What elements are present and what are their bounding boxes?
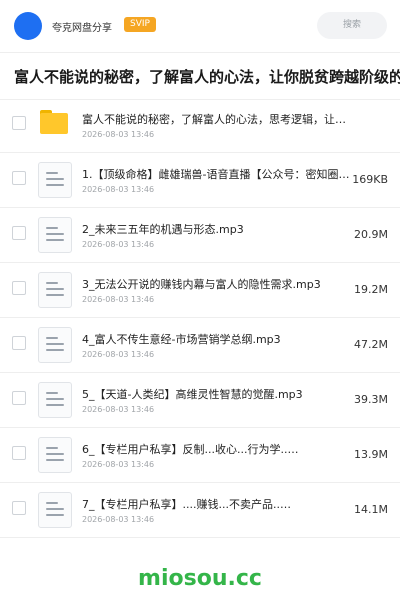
list-item[interactable]: 7_【专栏用户私享】....赚钱...不卖产品..… 2026-08-03 13… xyxy=(0,483,400,538)
select-checkbox[interactable] xyxy=(12,281,26,295)
document-icon xyxy=(38,272,72,308)
share-title: 富人不能说的秘密，了解富人的心法，让你脱贫跨越阶级的 xyxy=(14,68,400,86)
file-date: 2026-08-03 13:46 xyxy=(82,295,155,304)
file-size: 14.1M xyxy=(354,503,388,516)
file-size: 20.9M xyxy=(354,228,388,241)
file-date: 2026-08-03 13:46 xyxy=(82,515,155,524)
file-name: 3_无法公开说的赚钱内幕与富人的隐性需求.mp3 xyxy=(82,278,321,291)
file-date: 2026-08-03 13:46 xyxy=(82,405,155,414)
folder-icon xyxy=(40,110,68,134)
document-icon xyxy=(38,492,72,528)
list-item[interactable]: 6_【专栏用户私享】反制...收心...行为学..… 2026-08-03 13… xyxy=(0,428,400,483)
select-checkbox[interactable] xyxy=(12,116,26,130)
svip-badge: SVIP xyxy=(124,17,156,32)
search-input[interactable]: 搜索 xyxy=(317,12,387,39)
list-item[interactable]: 3_无法公开说的赚钱内幕与富人的隐性需求.mp3 2026-08-03 13:4… xyxy=(0,263,400,318)
select-checkbox[interactable] xyxy=(12,446,26,460)
list-item[interactable]: 4_富人不传生意经-市场营销学总纲.mp3 2026-08-03 13:46 4… xyxy=(0,318,400,373)
share-title-bar: 富人不能说的秘密，了解富人的心法，让你脱贫跨越阶级的 xyxy=(0,52,400,100)
file-name: 4_富人不传生意经-市场营销学总纲.mp3 xyxy=(82,333,281,346)
file-date: 2026-08-03 13:46 xyxy=(82,460,155,469)
document-icon xyxy=(38,437,72,473)
file-size: 39.3M xyxy=(354,393,388,406)
select-checkbox[interactable] xyxy=(12,391,26,405)
select-checkbox[interactable] xyxy=(12,226,26,240)
file-date: 2026-08-03 13:46 xyxy=(82,185,155,194)
select-checkbox[interactable] xyxy=(12,171,26,185)
watermark: miosou.cc xyxy=(138,566,262,591)
file-list: 富人不能说的秘密，了解富人的心法，思考逻辑，让你脱… 2026-08-03 13… xyxy=(0,98,400,538)
app-title: 夸克网盘分享 xyxy=(52,23,112,34)
file-date: 2026-08-03 13:46 xyxy=(82,130,155,139)
document-icon xyxy=(38,217,72,253)
file-size: 13.9M xyxy=(354,448,388,461)
document-icon xyxy=(38,382,72,418)
list-item[interactable]: 富人不能说的秘密，了解富人的心法，思考逻辑，让你脱… 2026-08-03 13… xyxy=(0,98,400,153)
list-item[interactable]: 1.【顶级命格】雌雄瑞兽-语音直播【公众号：密知圈… 2026-08-03 13… xyxy=(0,153,400,208)
select-checkbox[interactable] xyxy=(12,336,26,350)
file-name: 2_未来三五年的机遇与形态.mp3 xyxy=(82,223,244,236)
file-date: 2026-08-03 13:46 xyxy=(82,240,155,249)
file-name: 5_【天道-人类纪】高维灵性智慧的觉醒.mp3 xyxy=(82,388,303,401)
file-size: 169KB xyxy=(352,173,388,186)
file-name: 富人不能说的秘密，了解富人的心法，思考逻辑，让你脱… xyxy=(82,113,350,126)
file-name: 1.【顶级命格】雌雄瑞兽-语音直播【公众号：密知圈… xyxy=(82,168,350,181)
list-item[interactable]: 5_【天道-人类纪】高维灵性智慧的觉醒.mp3 2026-08-03 13:46… xyxy=(0,373,400,428)
header: 夸克网盘分享 SVIP 搜索 xyxy=(0,0,400,52)
select-checkbox[interactable] xyxy=(12,501,26,515)
document-icon xyxy=(38,162,72,198)
file-name: 7_【专栏用户私享】....赚钱...不卖产品..… xyxy=(82,498,291,511)
file-size: 47.2M xyxy=(354,338,388,351)
file-date: 2026-08-03 13:46 xyxy=(82,350,155,359)
list-item[interactable]: 2_未来三五年的机遇与形态.mp3 2026-08-03 13:46 20.9M xyxy=(0,208,400,263)
file-name: 6_【专栏用户私享】反制...收心...行为学..… xyxy=(82,443,299,456)
avatar[interactable] xyxy=(14,12,42,40)
document-icon xyxy=(38,327,72,363)
file-size: 19.2M xyxy=(354,283,388,296)
